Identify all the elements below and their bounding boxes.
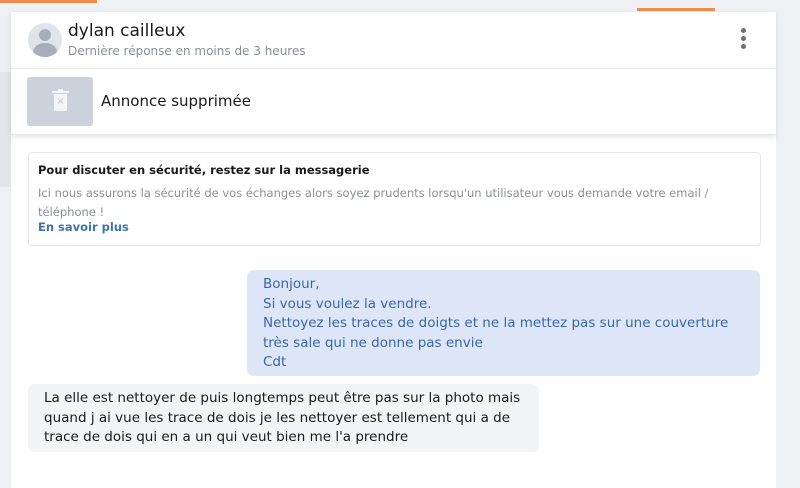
menu-dot <box>740 44 746 49</box>
left-panel-edge <box>0 72 11 187</box>
menu-dot <box>740 28 746 33</box>
deleted-ad-label: Annonce supprimée <box>101 92 251 110</box>
trash-lid <box>52 91 69 93</box>
avatar-head <box>39 29 51 41</box>
learn-more-link[interactable]: En savoir plus <box>38 220 129 234</box>
avatar-body <box>33 43 57 57</box>
more-vertical-icon[interactable] <box>737 28 749 52</box>
deleted-ad-thumbnail: × <box>27 77 93 126</box>
conversation-header: dylan cailleux Dernière réponse en moins… <box>11 12 776 135</box>
conversation-panel: dylan cailleux Dernière réponse en moins… <box>11 12 776 488</box>
response-time: Dernière réponse en moins de 3 heures <box>68 44 306 58</box>
active-tab-indicator <box>637 8 715 11</box>
safety-notice-title: Pour discuter en sécurité, restez sur la… <box>38 163 370 177</box>
header-divider <box>11 68 776 69</box>
right-panel-edge <box>776 135 800 488</box>
contact-name[interactable]: dylan cailleux <box>68 21 185 41</box>
safety-notice: Pour discuter en sécurité, restez sur la… <box>28 152 761 246</box>
safety-notice-body: Ici nous assurons la sécurité de vos éch… <box>38 186 709 219</box>
sent-message-bubble: Bonjour, Si vous voulez la vendre. Netto… <box>247 270 760 376</box>
trash-x-mark: × <box>56 96 65 107</box>
menu-dot <box>740 36 746 41</box>
received-message-bubble: La elle est nettoyer de puis longtemps p… <box>28 384 539 452</box>
sent-message-text: Bonjour, Si vous voulez la vendre. Netto… <box>263 276 729 370</box>
user-avatar-icon[interactable] <box>28 23 62 57</box>
received-message-text: La elle est nettoyer de puis longtemps p… <box>44 390 521 445</box>
top-accent-bar <box>0 0 97 3</box>
trash-icon: × <box>52 89 69 111</box>
